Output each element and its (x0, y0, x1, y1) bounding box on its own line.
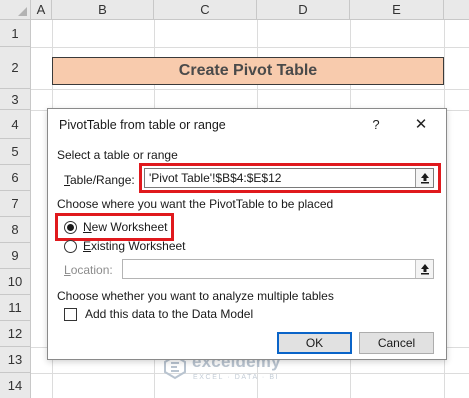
existing-worksheet-radio[interactable] (64, 240, 77, 253)
row-header-6[interactable]: 6 (0, 165, 31, 191)
row-header-11[interactable]: 11 (0, 295, 31, 321)
column-header-f-partial[interactable] (444, 0, 469, 20)
data-model-checkbox[interactable] (64, 308, 77, 321)
row-header-14[interactable]: 14 (0, 373, 31, 398)
new-worksheet-highlight (55, 213, 174, 241)
dialog-title: PivotTable from table or range (59, 118, 226, 132)
location-input[interactable] (122, 259, 434, 279)
column-header-c[interactable]: C (154, 0, 257, 20)
cancel-button[interactable]: Cancel (359, 332, 434, 354)
row-header-9[interactable]: 9 (0, 243, 31, 269)
select-all-corner[interactable] (0, 0, 31, 20)
column-header-d[interactable]: D (257, 0, 350, 20)
section-placement-label: Choose where you want the PivotTable to … (57, 197, 334, 211)
row-header-7[interactable]: 7 (0, 191, 31, 217)
column-header-e[interactable]: E (350, 0, 444, 20)
row-header-4[interactable]: 4 (0, 110, 31, 139)
section-select-range-label: Select a table or range (57, 148, 178, 162)
location-label: Location: (64, 263, 113, 277)
table-range-highlight (139, 163, 441, 193)
help-button[interactable]: ? (366, 115, 386, 135)
location-collapse-button[interactable] (415, 260, 433, 278)
existing-worksheet-label[interactable]: Existing Worksheet (83, 239, 186, 253)
row-header-8[interactable]: 8 (0, 217, 31, 243)
data-model-label[interactable]: Add this data to the Data Model (85, 307, 253, 321)
row-header-13[interactable]: 13 (0, 347, 31, 373)
section-multiple-tables-label: Choose whether you want to analyze multi… (57, 289, 334, 303)
row-header-3[interactable]: 3 (0, 89, 31, 110)
row-header-12[interactable]: 12 (0, 321, 31, 347)
ok-button[interactable]: OK (277, 332, 352, 354)
table-range-label: Table/Range: (64, 173, 135, 187)
column-header-a[interactable]: A (31, 0, 52, 20)
sheet-title-cell[interactable]: Create Pivot Table (52, 57, 444, 85)
row-header-10[interactable]: 10 (0, 269, 31, 295)
watermark-tagline: EXCEL · DATA · BI (193, 374, 280, 381)
gridline (31, 47, 469, 48)
column-header-b[interactable]: B (52, 0, 154, 20)
row-header-5[interactable]: 5 (0, 139, 31, 165)
row-header-2[interactable]: 2 (0, 47, 31, 89)
gridline (31, 89, 469, 90)
select-all-triangle-icon (18, 7, 27, 16)
pivottable-dialog: PivotTable from table or range ? ✕ Selec… (47, 108, 447, 360)
row-header-1[interactable]: 1 (0, 20, 31, 47)
dialog-titlebar[interactable]: PivotTable from table or range ? ✕ (48, 109, 446, 142)
range-collapse-icon (421, 264, 429, 275)
close-button[interactable]: ✕ (411, 115, 431, 135)
